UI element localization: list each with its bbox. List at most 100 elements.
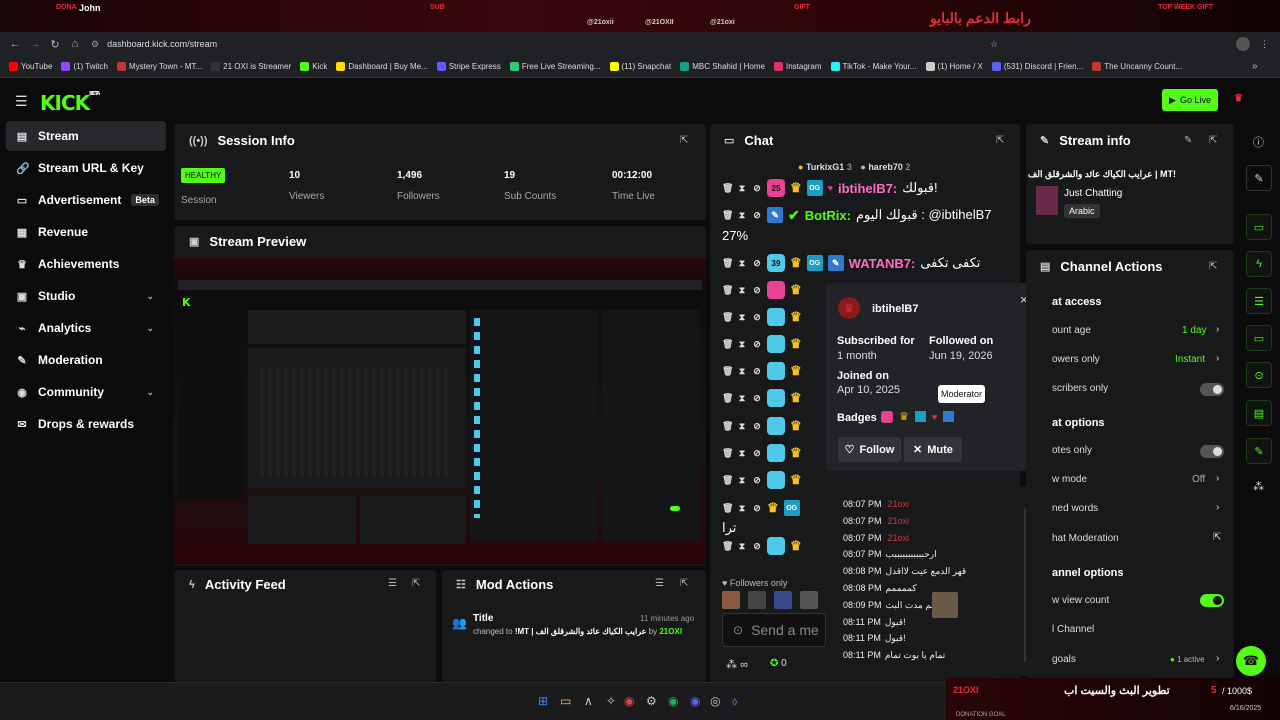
bookmark-item[interactable]: Instagram (773, 62, 822, 71)
chat-message[interactable]: 🗑 ⧗ ⊘ ♛ (722, 534, 802, 558)
delete-icon[interactable]: 🗑 (722, 339, 733, 350)
top-gifter-1[interactable]: TurkixG1 (806, 162, 844, 172)
hamburger-menu-icon[interactable]: ☰ (15, 93, 28, 110)
chevron-right-icon[interactable]: › (1216, 502, 1219, 513)
site-info-icon[interactable]: ⚙ (91, 39, 99, 50)
chat-username[interactable]: BotRix: (805, 208, 851, 223)
app-icon[interactable]: ◎ (710, 694, 720, 708)
ban-icon[interactable]: ⊘ (752, 366, 762, 377)
delete-icon[interactable]: 🗑 (722, 421, 733, 432)
mute-button[interactable]: ✕ Mute (904, 437, 962, 462)
bookmarks-overflow-icon[interactable]: » (1252, 61, 1258, 72)
kick-logo[interactable]: KICKBETA (40, 91, 100, 115)
mod-entry-user[interactable]: 21OXI (659, 627, 682, 636)
bookmark-item[interactable]: (11) Snapchat (609, 62, 671, 71)
follow-button[interactable]: ♡ Follow (838, 437, 901, 462)
bookmark-item[interactable]: 21 OXI is Streamer (211, 62, 291, 71)
sidebar-item-drops-rewards[interactable]: ✉ Drops & rewards (6, 409, 166, 439)
go-live-button[interactable]: ▶ Go Live (1162, 89, 1218, 111)
slow-mode-label[interactable]: w mode (1052, 474, 1087, 485)
bookmark-item[interactable]: MBC Shahid | Home (680, 62, 765, 71)
ban-icon[interactable]: ⊘ (752, 285, 762, 296)
stream-preview-video[interactable]: K (174, 258, 706, 564)
sidebar-item-analytics[interactable]: ⌁ Analytics ⌄ (6, 313, 166, 343)
ai-moderation-label[interactable]: hat Moderation (1052, 533, 1119, 544)
followers-only-label[interactable]: owers only (1052, 354, 1100, 365)
popout-icon[interactable]: ⇱ (1209, 261, 1217, 272)
steam-icon[interactable]: ⚙ (646, 694, 657, 708)
delete-icon[interactable]: 🗑 (722, 312, 733, 323)
delete-icon[interactable]: 🗑 (722, 448, 733, 459)
timeout-icon[interactable]: ⧗ (737, 421, 747, 432)
forward-icon[interactable]: → (25, 38, 45, 50)
ban-icon[interactable]: ⊘ (752, 183, 762, 194)
timeout-icon[interactable]: ⧗ (737, 183, 747, 194)
chat-message[interactable]: 🗑 ⧗ ⊘ ♛ (722, 359, 802, 383)
bookmark-item[interactable]: Dashboard | Buy Me... (336, 62, 428, 71)
ban-icon[interactable]: ⊘ (752, 339, 762, 350)
ban-icon[interactable]: ⊘ (752, 393, 762, 404)
info-icon[interactable]: ⓘ (1253, 134, 1264, 150)
account-age-value[interactable]: 1 day (1182, 325, 1206, 336)
delete-icon[interactable]: 🗑 (722, 258, 733, 269)
bookmark-item[interactable]: TikTok - Make Your... (830, 62, 917, 71)
top-gifter-2[interactable]: hareb70 (868, 162, 903, 172)
file-explorer-icon[interactable]: ▭ (560, 694, 571, 708)
delete-icon[interactable]: 🗑 (722, 210, 733, 221)
popout-icon[interactable]: ⇱ (1209, 135, 1217, 146)
popout-icon[interactable]: ⇱ (680, 135, 688, 146)
timeout-icon[interactable]: ⧗ (737, 258, 747, 269)
home-icon[interactable]: ⌂ (65, 38, 85, 50)
url-field[interactable]: dashboard.kick.com/stream (107, 39, 217, 49)
stream-icon[interactable]: ▭ (1246, 214, 1272, 240)
timeout-icon[interactable]: ⧗ (737, 393, 747, 404)
timeout-icon[interactable]: ⧗ (737, 339, 747, 350)
timeout-icon[interactable]: ⧗ (737, 210, 747, 221)
broadcast-icon[interactable]: ⊙ (1246, 362, 1272, 388)
sidebar-item-studio[interactable]: ▣ Studio ⌄ (6, 281, 166, 311)
avatar[interactable] (774, 591, 792, 609)
ban-icon[interactable]: ⊘ (752, 475, 762, 486)
chat-send-input[interactable]: ⊙ Send a me (722, 613, 826, 647)
category-name[interactable]: Just Chatting (1064, 188, 1122, 199)
chat-message[interactable]: 🗑 ⧗ ⊘ ♛ OG (722, 496, 800, 520)
filter-icon[interactable]: ☰ (388, 578, 397, 589)
bookmark-item[interactable]: (531) Discord | Frien... (991, 62, 1083, 71)
sidebar-item-achievements[interactable]: ♛ Achievements (6, 249, 166, 279)
chat-username[interactable]: ibtihelB7: (838, 181, 897, 196)
chrome-icon[interactable]: ◉ (624, 694, 634, 708)
delete-icon[interactable]: 🗑 (722, 541, 733, 552)
slow-mode-value[interactable]: Off (1192, 474, 1205, 485)
edit-icon[interactable]: ✎ (1246, 165, 1272, 191)
timeout-icon[interactable]: ⧗ (737, 475, 747, 486)
apps-icon[interactable]: ⁂ (1253, 480, 1264, 493)
chat-message[interactable]: 🗑 ⧗ ⊘ 25 ♛ OG ♥ ibtihelB7: قبولك! (722, 176, 938, 200)
bookmark-star-icon[interactable]: ☆ (990, 39, 998, 50)
ban-icon[interactable]: ⊘ (752, 210, 762, 221)
emote-icon[interactable]: ⊙ (733, 623, 743, 637)
ban-icon[interactable]: ⊘ (752, 258, 762, 269)
sidebar-item-moderation[interactable]: ✎ Moderation (6, 345, 166, 375)
chevron-right-icon[interactable]: › (1216, 473, 1219, 484)
menu-dots-icon[interactable]: ⋮ (1260, 39, 1269, 50)
banned-words-label[interactable]: ned words (1052, 503, 1098, 514)
avatar[interactable] (748, 591, 766, 609)
popout-icon[interactable]: ⇱ (412, 578, 420, 589)
points-display[interactable]: ✪ 0 (770, 658, 787, 669)
lightning-icon[interactable]: ϟ (1246, 251, 1272, 277)
goals-value[interactable]: ● 1 active (1170, 655, 1205, 664)
delete-icon[interactable]: 🗑 (722, 475, 733, 486)
sidebar-item-community[interactable]: ◉ Community ⌄ (6, 377, 166, 407)
bookmark-item[interactable]: Stripe Express (436, 62, 501, 71)
chevron-down-icon[interactable]: ⌄ (146, 323, 154, 334)
avatar[interactable] (722, 591, 740, 609)
raid-channel-label[interactable]: l Channel (1052, 624, 1094, 635)
sidebar-item-revenue[interactable]: ▦ Revenue (6, 217, 166, 247)
ban-icon[interactable]: ⊘ (752, 421, 762, 432)
chat-message[interactable]: 🗑 ⧗ ⊘ 39 ♛ OG ✎ WATANB7: تكفى تكفى (722, 251, 980, 275)
bookmark-item[interactable]: (1) Home / X (925, 62, 983, 71)
chevron-right-icon[interactable]: › (1216, 353, 1219, 364)
ban-icon[interactable]: ⊘ (752, 312, 762, 323)
chat-message[interactable]: 🗑 ⧗ ⊘ ♛ (722, 332, 802, 356)
bookmark-item[interactable]: Kick (300, 62, 327, 71)
